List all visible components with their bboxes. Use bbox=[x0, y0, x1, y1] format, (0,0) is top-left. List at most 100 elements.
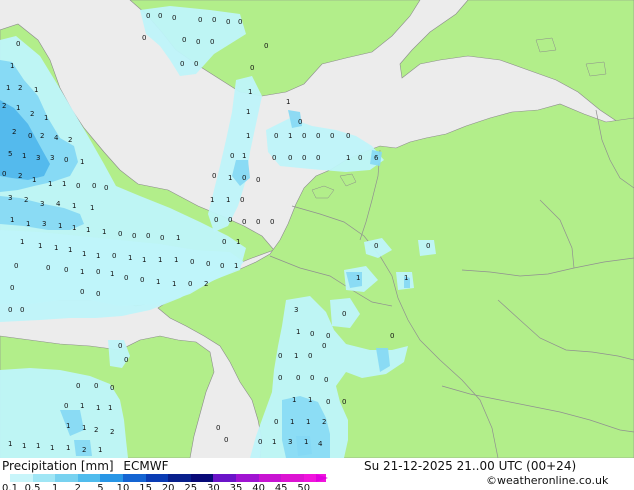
precip-value-label: 2 bbox=[322, 418, 326, 426]
precip-value-label: 1 bbox=[20, 238, 24, 246]
legend-swatch bbox=[100, 474, 123, 482]
legend-tick-label: 15 bbox=[139, 483, 152, 490]
precip-value-label: 1 bbox=[296, 328, 300, 336]
precip-value-label: 1 bbox=[226, 196, 230, 204]
precip-value-label: 1 bbox=[22, 152, 26, 160]
legend-tick-label: 45 bbox=[274, 483, 288, 490]
precip-value-label: 1 bbox=[36, 442, 40, 450]
precip-value-label: 0 bbox=[270, 218, 274, 226]
precip-value-label: 2 bbox=[82, 446, 86, 454]
forecast-timestamp: Su 21-12-2025 21..00 UTC (00+24) bbox=[364, 459, 577, 473]
precip-value-label: 0 bbox=[222, 238, 226, 246]
site-credit: ©weatheronline.co.uk bbox=[486, 474, 609, 487]
precip-value-label: 0 bbox=[250, 64, 254, 72]
precip-value-label: 0 bbox=[140, 276, 144, 284]
precip-value-label: 1 bbox=[82, 424, 86, 432]
precip-value-label: 1 bbox=[96, 404, 100, 412]
precip-value-label: 0 bbox=[326, 398, 330, 406]
precip-value-label: 0 bbox=[240, 196, 244, 204]
precip-value-label: 1 bbox=[66, 422, 70, 430]
precip-value-label: 0 bbox=[238, 18, 242, 26]
precip-value-label: 0 bbox=[214, 216, 218, 224]
precip-value-label: 0 bbox=[28, 132, 32, 140]
precip-value-label: 1 bbox=[234, 262, 238, 270]
precip-value-label: 1 bbox=[44, 114, 48, 122]
precip-value-label: 0 bbox=[296, 374, 300, 382]
precip-value-label: 0 bbox=[146, 232, 150, 240]
precip-value-label: 0 bbox=[64, 156, 68, 164]
legend-overflow-arrow-icon bbox=[316, 474, 328, 482]
precip-value-label: 0 bbox=[298, 118, 302, 126]
precip-value-label: 0 bbox=[374, 242, 378, 250]
precip-value-label: 0 bbox=[112, 252, 116, 260]
precip-value-label: 0 bbox=[346, 132, 350, 140]
precip-value-label: 1 bbox=[22, 442, 26, 450]
precip-value-label: 1 bbox=[210, 196, 214, 204]
precip-value-label: 0 bbox=[310, 330, 314, 338]
precip-value-label: 3 bbox=[8, 194, 12, 202]
precip-value-label: 0 bbox=[272, 154, 276, 162]
precip-value-label: 1 bbox=[248, 88, 252, 96]
precip-value-label: 0 bbox=[180, 60, 184, 68]
precip-value-label: 0 bbox=[2, 170, 6, 178]
precip-value-label: 0 bbox=[196, 38, 200, 46]
precip-value-label: 1 bbox=[286, 98, 290, 106]
precip-value-label: 0 bbox=[14, 262, 18, 270]
precip-value-label: 0 bbox=[146, 12, 150, 20]
precip-value-label: 1 bbox=[108, 404, 112, 412]
precip-value-label: 1 bbox=[66, 444, 70, 452]
legend-tick-label: 10 bbox=[116, 483, 130, 490]
precip-value-label: 0 bbox=[124, 274, 128, 282]
precip-value-label: 1 bbox=[80, 158, 84, 166]
precip-value-label: 1 bbox=[80, 268, 84, 276]
precip-value-label: 1 bbox=[50, 444, 54, 452]
legend-tick-label: 1 bbox=[52, 483, 59, 490]
legend-tick-label: 20 bbox=[161, 483, 175, 490]
precip-value-label: 0 bbox=[76, 182, 80, 190]
precip-value-label: 1 bbox=[404, 274, 408, 282]
precip-value-label: 3 bbox=[294, 306, 298, 314]
precip-value-label: 0 bbox=[96, 290, 100, 298]
precip-value-label: 0 bbox=[274, 418, 278, 426]
legend-swatch bbox=[145, 474, 169, 482]
precip-value-label: 1 bbox=[68, 246, 72, 254]
precip-value-label: 0 bbox=[224, 436, 228, 444]
legend-tick-label: 2 bbox=[74, 483, 81, 490]
precip-value-label: 0 bbox=[426, 242, 430, 250]
precip-value-label: 0 bbox=[160, 234, 164, 242]
precip-value-label: 1 bbox=[272, 438, 276, 446]
precip-value-label: 1 bbox=[110, 270, 114, 278]
precip-value-label: 1 bbox=[38, 242, 42, 250]
precip-value-label: 0 bbox=[230, 152, 234, 160]
precip-value-label: 0 bbox=[316, 132, 320, 140]
precip-value-label: 2 bbox=[110, 428, 114, 436]
precip-value-label: 1 bbox=[58, 222, 62, 230]
legend-tick-label: 5 bbox=[97, 483, 104, 490]
precip-value-label: 1 bbox=[80, 402, 84, 410]
precip-value-label: 1 bbox=[246, 132, 250, 140]
precip-value-label: 0 bbox=[210, 38, 214, 46]
legend-color-bar bbox=[0, 474, 330, 482]
precip-value-label: 0 bbox=[172, 14, 176, 22]
precip-value-label: 0 bbox=[310, 374, 314, 382]
precip-value-label: 0 bbox=[302, 132, 306, 140]
precip-value-label: 1 bbox=[72, 224, 76, 232]
legend-swatch bbox=[77, 474, 101, 482]
precip-value-label: 0 bbox=[308, 352, 312, 360]
precip-value-label: 1 bbox=[294, 352, 298, 360]
precip-value-label: 0 bbox=[342, 398, 346, 406]
precip-value-label: 1 bbox=[16, 104, 20, 112]
precip-value-label: 0 bbox=[302, 154, 306, 162]
precip-value-label: 1 bbox=[62, 180, 66, 188]
precip-value-label: 0 bbox=[288, 154, 292, 162]
precip-value-label: 1 bbox=[32, 176, 36, 184]
precip-value-label: 0 bbox=[242, 174, 246, 182]
precip-value-label: 0 bbox=[158, 12, 162, 20]
precip-value-label: 0 bbox=[10, 284, 14, 292]
precip-value-label: 1 bbox=[228, 174, 232, 182]
legend-swatch bbox=[123, 474, 146, 482]
precip-value-label: 0 bbox=[198, 16, 202, 24]
precip-value-label: 0 bbox=[330, 132, 334, 140]
precip-value-label: 1 bbox=[306, 418, 310, 426]
legend-tick-label: 0.1 bbox=[2, 483, 18, 490]
